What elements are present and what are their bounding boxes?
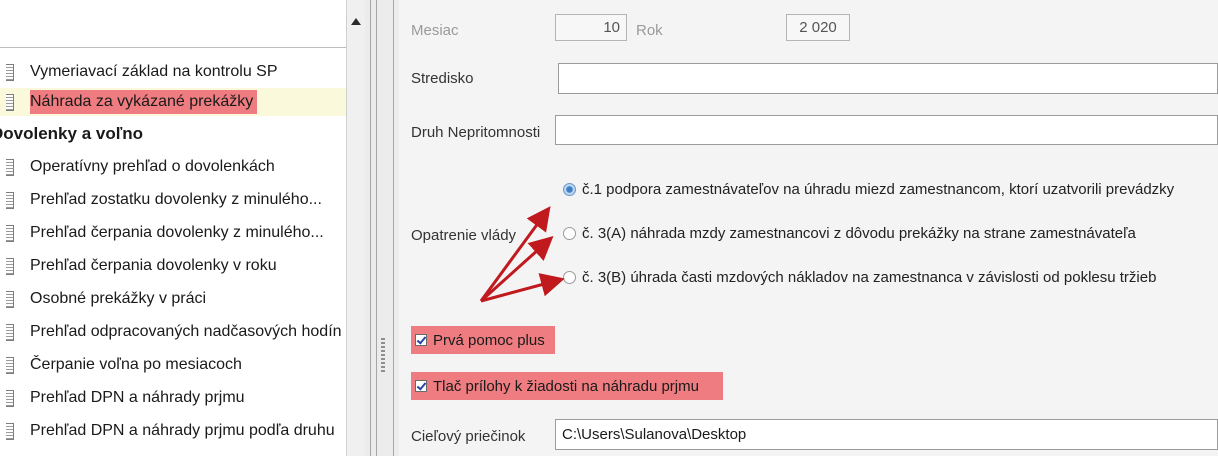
tree-item[interactable]: Prehľad čerpania dovolenky v roku (0, 252, 346, 280)
splitter-line (393, 0, 394, 456)
tree-group-header[interactable]: Dovolenky a voľno (0, 120, 346, 148)
report-icon (6, 93, 14, 111)
tree-item-label: Prehľad zostatku dovolenky z minulého... (30, 191, 322, 208)
radio-label: č. 3(B) úhrada časti mzdových nákladov n… (582, 269, 1157, 286)
stredisko-label: Stredisko (411, 70, 474, 87)
tree-item[interactable]: Čerpanie voľna po mesiacoch (0, 351, 346, 379)
tree-group-label: Dovolenky a voľno (0, 124, 144, 143)
tree-item-selected[interactable]: Náhrada za vykázané prekážky (0, 88, 346, 116)
arrow-to-c1 (479, 206, 551, 302)
tree-item-label: Operatívny prehľad o dovolenkách (30, 158, 275, 175)
checkbox-tlac-prilohy[interactable]: Tlač prílohy k žiadosti na náhradu prjmu (411, 372, 723, 400)
checkbox-prva-pomoc-plus[interactable]: Prvá pomoc plus (411, 326, 555, 354)
report-icon (6, 356, 14, 374)
radio-option-c3b[interactable]: č. 3(B) úhrada časti mzdových nákladov n… (563, 269, 1156, 286)
radio-option-c1[interactable]: č.1 podpora zamestnávateľov na úhradu mi… (563, 181, 1174, 198)
radio-label: č.1 podpora zamestnávateľov na úhradu mi… (582, 181, 1175, 198)
radio-label: č. 3(A) náhrada mzdy zamestnancovi z dôv… (582, 225, 1136, 242)
radio-option-c3a[interactable]: č. 3(A) náhrada mzdy zamestnancovi z dôv… (563, 225, 1136, 242)
tree-item-label: Prehľad DPN a náhrady prjmu podľa druhu (30, 422, 335, 439)
checkbox-label: Tlač prílohy k žiadosti na náhradu prjmu (433, 377, 699, 395)
tree-item-label: Náhrada za vykázané prekážky (30, 90, 258, 114)
arrow-to-c3a (479, 235, 554, 303)
tree-item[interactable]: Operatívny prehľad o dovolenkách (0, 153, 346, 181)
tree-item-label: Osobné prekážky v práci (30, 290, 207, 307)
parameters-form: Mesiac 10 Rok 2 020 Stredisko Druh Nepri… (399, 0, 1218, 456)
cielovy-priecinok-label: Cieľový priečinok (411, 428, 526, 445)
cielovy-priecinok-field[interactable]: C:\Users\Sulanova\Desktop (555, 419, 1218, 450)
tree-item-label: Vymeriavací základ na kontrolu SP (30, 63, 278, 80)
tree-item-label: Čerpanie voľna po mesiacoch (30, 356, 242, 373)
radio-icon[interactable] (563, 227, 576, 240)
report-icon (6, 389, 14, 407)
report-icon (6, 422, 14, 440)
tree-item-label: Prehľad odpracovaných nadčasových hodín (30, 323, 342, 340)
report-icon (6, 323, 14, 341)
report-icon (6, 290, 14, 308)
stredisko-field[interactable] (558, 63, 1218, 94)
panel-splitter[interactable] (365, 0, 399, 456)
rok-label: Rok (636, 22, 663, 39)
report-icon (6, 191, 14, 209)
checkbox-label: Prvá pomoc plus (433, 331, 545, 349)
report-icon (6, 224, 14, 242)
splitter-line (376, 0, 377, 456)
report-icon (6, 63, 14, 81)
druh-nepritomnosti-field[interactable] (555, 115, 1218, 145)
tree-item[interactable]: Vymeriavací základ na kontrolu SP (0, 58, 346, 86)
tree-item-label: Prehľad DPN a náhrady prjmu (30, 389, 245, 406)
tree-item[interactable]: Prehľad čerpania dovolenky z minulého... (0, 219, 346, 247)
tree-item[interactable]: Prehľad DPN a náhrady prjmu (0, 384, 346, 412)
mesiac-field[interactable]: 10 (555, 14, 627, 41)
scroll-up-icon[interactable] (351, 18, 361, 25)
rok-field[interactable]: 2 020 (786, 14, 850, 41)
tree-item[interactable]: Prehľad zostatku dovolenky z minulého... (0, 186, 346, 214)
splitter-line (370, 0, 371, 456)
radio-selected-icon[interactable] (563, 183, 576, 196)
tree-item-label: Prehľad čerpania dovolenky z minulého... (30, 224, 324, 241)
vertical-scrollbar[interactable] (346, 0, 365, 456)
checkbox-checked-icon[interactable] (415, 334, 427, 346)
opatrenie-vlady-label: Opatrenie vlády (411, 227, 517, 244)
tree-item-label: Prehľad čerpania dovolenky v roku (30, 257, 277, 274)
panel-divider (0, 47, 346, 48)
arrow-to-c3b (480, 273, 565, 303)
splitter-grip-icon[interactable] (381, 338, 385, 372)
druh-nepritomnosti-label: Druh Nepritomnosti (411, 124, 541, 141)
report-icon (6, 257, 14, 275)
report-tree-panel: Vymeriavací základ na kontrolu SP Náhrad… (0, 0, 346, 456)
checkbox-checked-icon[interactable] (415, 380, 427, 392)
radio-icon[interactable] (563, 271, 576, 284)
tree-item[interactable]: Prehľad odpracovaných nadčasových hodín (0, 318, 346, 346)
mesiac-label: Mesiac (411, 22, 459, 39)
report-icon (6, 158, 14, 176)
tree-item[interactable]: Osobné prekážky v práci (0, 285, 346, 313)
tree-item[interactable]: Prehľad DPN a náhrady prjmu podľa druhu (0, 417, 346, 445)
